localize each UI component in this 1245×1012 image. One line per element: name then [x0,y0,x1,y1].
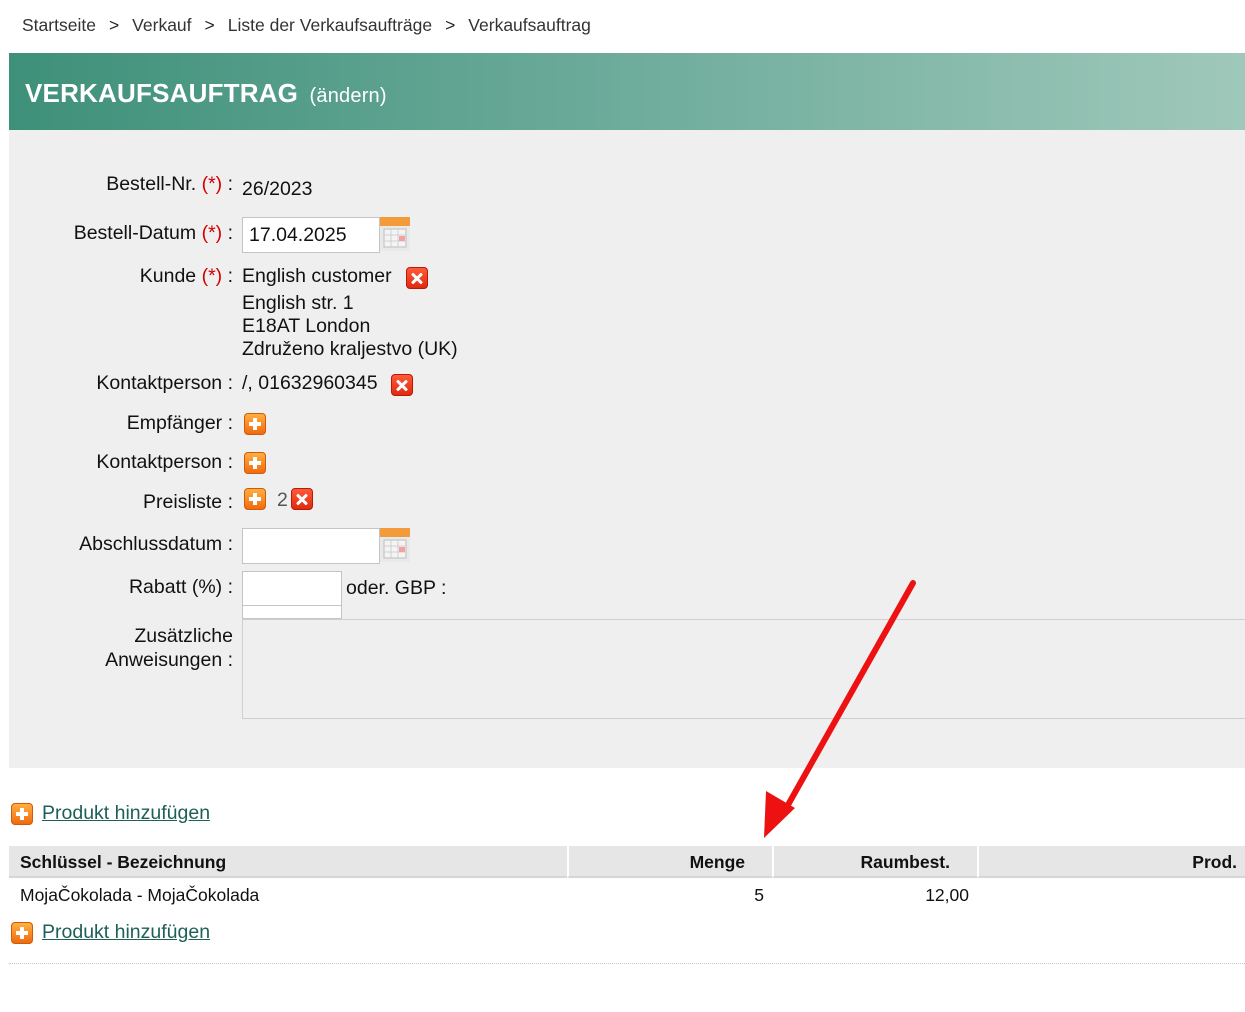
annotation-arrow [764,580,916,838]
annotation-arrow-line [781,580,916,815]
